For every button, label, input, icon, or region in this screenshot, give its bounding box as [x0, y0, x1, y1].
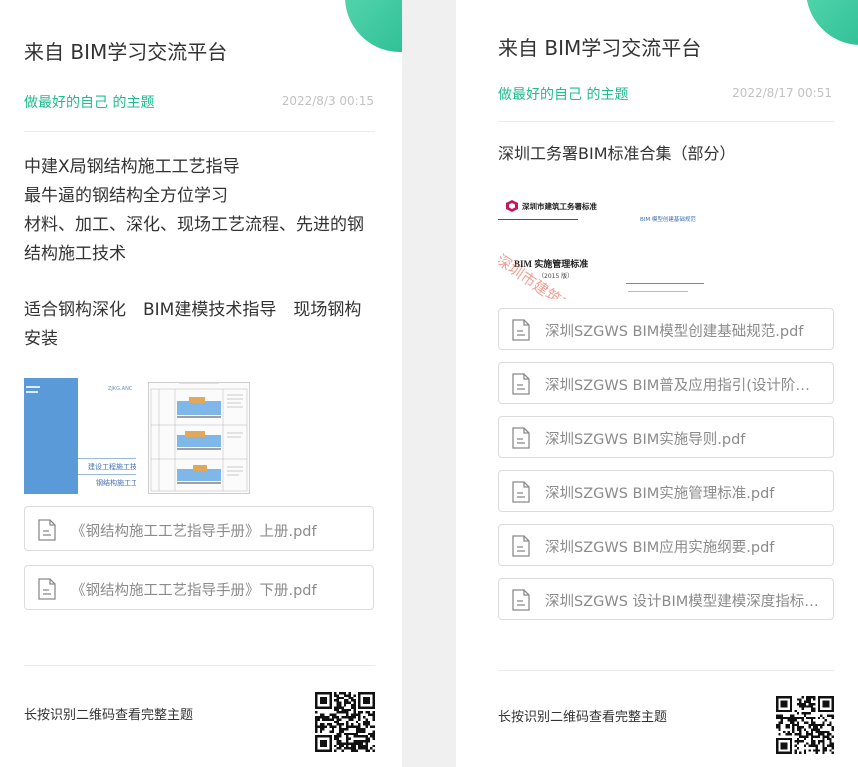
footer-hint: 长按识别二维码查看完整主题: [498, 710, 668, 725]
file-name: 《钢结构施工工艺指导手册》下册.pdf: [71, 583, 317, 599]
file-attachment[interactable]: 深圳SZGWS BIM实施管理标准.pdf: [498, 470, 834, 512]
file-attachment[interactable]: 《钢结构施工工艺指导手册》上册.pdf: [24, 506, 374, 551]
decorative-corner: [345, 0, 402, 52]
document-icon: [511, 427, 531, 453]
file-name: 深圳SZGWS BIM实施管理标准.pdf: [545, 486, 775, 502]
cover-brand: ZJKG.ANC: [108, 386, 133, 392]
divider: [24, 665, 375, 666]
page-illustration: [150, 383, 248, 492]
preview-image-standard[interactable]: 深圳市建筑工务署标准 BIM 实施管理标准 （2015 版） BIM 模型创建基…: [498, 191, 704, 299]
file-name: 深圳SZGWS BIM实施导则.pdf: [545, 432, 746, 448]
divider: [24, 131, 375, 132]
file-attachment[interactable]: 深圳SZGWS 设计BIM模型建模深度指标要求.pdf: [498, 578, 834, 620]
document-icon: [511, 535, 531, 561]
file-attachment[interactable]: 深圳SZGWS BIM实施导则.pdf: [498, 416, 834, 458]
preview-image-page[interactable]: [148, 382, 250, 494]
file-name: 深圳SZGWS BIM应用实施纲要.pdf: [545, 540, 775, 556]
document-icon: [511, 319, 531, 345]
post-date: 2022/8/3 00:15: [281, 94, 374, 108]
side-doc-title: BIM 模型创建基础规范: [640, 217, 696, 223]
page-title: 来自 BIM学习交流平台: [24, 40, 228, 64]
qr-code[interactable]: [315, 692, 375, 756]
body-line: 中建X局钢结构施工工艺指导: [24, 157, 240, 177]
body-line: 安装: [24, 329, 58, 349]
file-name: 深圳SZGWS BIM模型创建基础规范.pdf: [545, 324, 804, 340]
footer-hint: 长按识别二维码查看完整主题: [24, 708, 194, 723]
file-name: 深圳SZGWS 设计BIM模型建模深度指标要求.pdf: [545, 594, 823, 610]
topic-author[interactable]: 做最好的自己 的主题: [498, 84, 628, 104]
preview-image-cover[interactable]: ZJKG.ANC 建设工程施工技术与 钢结构施工工艺: [24, 378, 136, 494]
org-logo-icon: [506, 200, 518, 212]
document-icon: [511, 481, 531, 507]
decorative-corner: [806, 0, 858, 45]
right-topic-card[interactable]: 来自 BIM学习交流平台 做最好的自己 的主题 2022/8/17 00:51 …: [456, 0, 858, 767]
page-title: 来自 BIM学习交流平台: [498, 36, 702, 60]
qr-code[interactable]: [776, 696, 834, 758]
cover-label: 钢结构施工工艺: [96, 479, 136, 487]
org-name: 深圳市建筑工务署标准: [522, 202, 597, 211]
document-icon: [37, 519, 57, 545]
left-topic-card[interactable]: 来自 BIM学习交流平台 做最好的自己 的主题 2022/8/3 00:15 中…: [0, 0, 402, 767]
body-line: 深圳工务署BIM标准合集（部分）: [498, 144, 736, 163]
post-date: 2022/8/17 00:51: [732, 86, 832, 100]
body-line: 适合钢构深化 BIM建模技术指导 现场钢构: [24, 300, 362, 320]
file-attachment[interactable]: 深圳SZGWS BIM普及应用指引(设计阶段BIM模型应用).pdf: [498, 362, 834, 404]
file-attachment[interactable]: 深圳SZGWS BIM模型创建基础规范.pdf: [498, 308, 834, 350]
topic-author[interactable]: 做最好的自己 的主题: [24, 92, 154, 112]
file-attachment[interactable]: 《钢结构施工工艺指导手册》下册.pdf: [24, 565, 374, 610]
divider: [498, 670, 834, 671]
body-line: 材料、加工、深化、现场工艺流程、先进的钢: [24, 215, 364, 235]
document-icon: [37, 578, 57, 604]
qr-code-graphic: [315, 692, 375, 752]
file-name: 深圳SZGWS BIM普及应用指引(设计阶段BIM模型应用).pdf: [545, 378, 823, 394]
body-line: 最牛逼的钢结构全方位学习: [24, 186, 228, 206]
file-name: 《钢结构施工工艺指导手册》上册.pdf: [71, 524, 317, 540]
qr-code-graphic: [776, 696, 834, 754]
divider: [498, 121, 834, 122]
document-icon: [511, 373, 531, 399]
body-line: 结构施工技术: [24, 244, 126, 264]
document-icon: [511, 589, 531, 615]
file-attachment[interactable]: 深圳SZGWS BIM应用实施纲要.pdf: [498, 524, 834, 566]
cover-label: 建设工程施工技术与: [88, 463, 136, 471]
